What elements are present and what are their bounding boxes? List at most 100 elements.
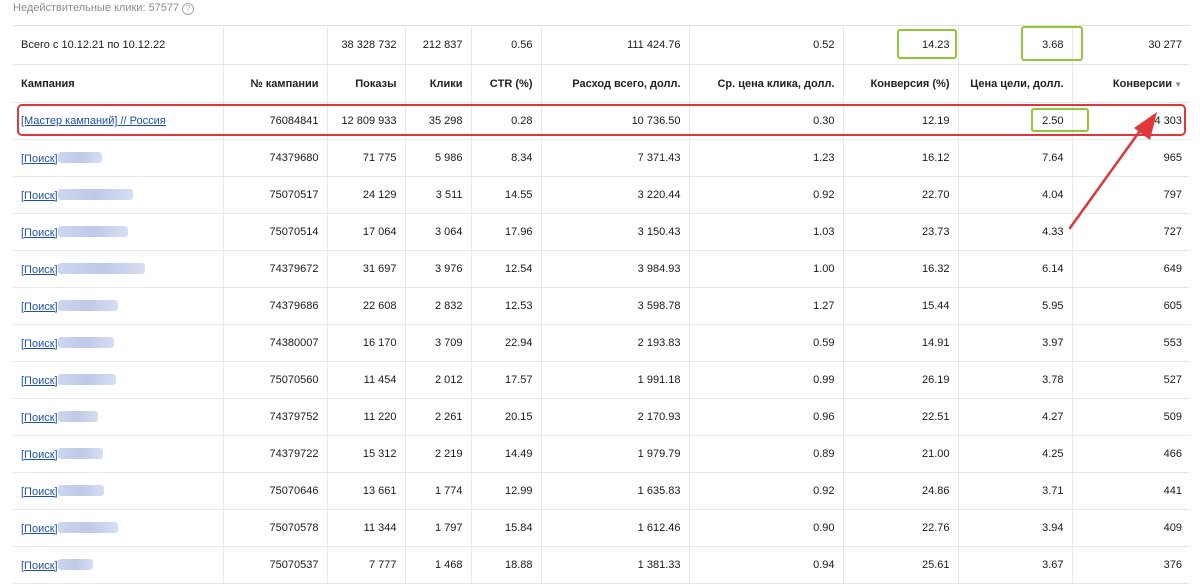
campaign-link[interactable]: [Поиск] bbox=[21, 338, 58, 350]
cell-avg-cpc: 1.03 bbox=[689, 213, 844, 251]
cell-cpa: 3.78 bbox=[958, 361, 1073, 399]
cell-ctr: 14.49 bbox=[471, 435, 542, 473]
campaign-link[interactable]: [Поиск] bbox=[21, 449, 58, 461]
campaign-link[interactable]: [Поиск] bbox=[21, 153, 58, 165]
cell-avg-cpc: 0.94 bbox=[689, 546, 844, 584]
campaign-link[interactable]: [Поиск] bbox=[21, 375, 58, 387]
campaign-link[interactable]: [Поиск] bbox=[21, 486, 58, 498]
campaign-link[interactable]: [Поиск] bbox=[21, 560, 58, 572]
cell-cpa: 5.95 bbox=[958, 287, 1073, 325]
campaign-link[interactable]: [Поиск] bbox=[21, 264, 58, 276]
col-header-ctr[interactable]: CTR (%) bbox=[471, 64, 542, 103]
campaign-link[interactable]: [Поиск] bbox=[21, 190, 58, 202]
col-header-avg-cpc[interactable]: Ср. цена клика, долл. bbox=[689, 64, 844, 103]
totals-id-cell bbox=[223, 25, 328, 65]
campaign-name-cell: [Поиск] bbox=[13, 176, 224, 214]
col-header-id[interactable]: № кампании bbox=[223, 64, 328, 103]
sort-desc-icon[interactable]: ▼ bbox=[1174, 80, 1182, 89]
redacted-campaign-name bbox=[57, 410, 98, 422]
cell-avg-cpc: 0.92 bbox=[689, 176, 844, 214]
campaign-link[interactable]: [Поиск] bbox=[21, 412, 58, 424]
redacted-campaign-name bbox=[57, 447, 103, 459]
cell-conversions: 376 bbox=[1072, 546, 1190, 584]
highlight-frame-master-campaign bbox=[17, 104, 1186, 136]
redacted-campaign-name bbox=[57, 299, 118, 311]
campaign-name-cell: [Поиск] bbox=[13, 287, 224, 325]
campaign-name-cell: [Поиск] bbox=[13, 213, 224, 251]
cell-clicks: 2 012 bbox=[405, 361, 472, 399]
cell-impressions: 15 312 bbox=[327, 435, 406, 473]
cell-ctr: 20.15 bbox=[471, 398, 542, 436]
redacted-campaign-name bbox=[57, 262, 145, 274]
cell-id: 75070514 bbox=[223, 213, 328, 251]
cell-cpa: 3.71 bbox=[958, 472, 1073, 510]
totals-avg-cpc: 0.52 bbox=[689, 25, 844, 65]
invalid-clicks-label: Недействительные клики: 57577 bbox=[13, 2, 180, 14]
cell-clicks: 2 261 bbox=[405, 398, 472, 436]
cell-cost: 1 635.83 bbox=[541, 472, 690, 510]
cell-avg-cpc: 0.59 bbox=[689, 324, 844, 362]
col-header-conversions-label: Конверсии bbox=[1112, 77, 1173, 90]
cell-impressions: 31 697 bbox=[327, 250, 406, 288]
cell-conv-rate: 21.00 bbox=[843, 435, 959, 473]
cell-conv-rate: 24.86 bbox=[843, 472, 959, 510]
col-header-campaign[interactable]: Кампания bbox=[13, 64, 224, 103]
campaign-name-cell: [Поиск] bbox=[13, 472, 224, 510]
highlight-box-cpa bbox=[1021, 26, 1083, 61]
table-row: [Поиск] 74379752 11 220 2 261 20.15 2 170.93 0… bbox=[13, 398, 1190, 436]
highlight-box-conv-rate bbox=[897, 29, 957, 59]
cell-impressions: 16 170 bbox=[327, 324, 406, 362]
totals-label: Всего с 10.12.21 по 10.12.22 bbox=[13, 25, 224, 65]
cell-id: 74379722 bbox=[223, 435, 328, 473]
table-row: [Поиск] 75070560 11 454 2 012 17.57 1 991.18 0… bbox=[13, 361, 1190, 399]
campaign-name-cell: [Поиск] bbox=[13, 509, 224, 547]
col-header-conv-rate[interactable]: Конверсия (%) bbox=[843, 64, 959, 103]
cell-conv-rate: 14.91 bbox=[843, 324, 959, 362]
col-header-cpa[interactable]: Цена цели, долл. bbox=[958, 64, 1073, 103]
cell-ctr: 14.55 bbox=[471, 176, 542, 214]
table-row: [Поиск] 75070537 7 777 1 468 18.88 1 381.33 0.… bbox=[13, 546, 1190, 584]
table-row: [Поиск] 74379686 22 608 2 832 12.53 3 598.78 1… bbox=[13, 287, 1190, 325]
col-header-cost[interactable]: Расход всего, долл. bbox=[541, 64, 690, 103]
cell-conversions: 605 bbox=[1072, 287, 1190, 325]
cell-conversions: 441 bbox=[1072, 472, 1190, 510]
cell-cost: 1 612.46 bbox=[541, 509, 690, 547]
campaign-link[interactable]: [Поиск] bbox=[21, 301, 58, 313]
table-row: [Поиск] 74379672 31 697 3 976 12.54 3 984.93 1… bbox=[13, 250, 1190, 288]
cell-cost: 1 991.18 bbox=[541, 361, 690, 399]
redacted-campaign-name bbox=[57, 521, 118, 533]
cell-cpa: 4.33 bbox=[958, 213, 1073, 251]
col-header-conversions[interactable]: Конверсии ▼ bbox=[1072, 64, 1190, 103]
cell-cpa: 3.94 bbox=[958, 509, 1073, 547]
redacted-campaign-name bbox=[57, 336, 114, 348]
cell-cost: 3 984.93 bbox=[541, 250, 690, 288]
cell-avg-cpc: 1.27 bbox=[689, 287, 844, 325]
cell-ctr: 17.96 bbox=[471, 213, 542, 251]
question-circle-icon[interactable]: ? bbox=[182, 3, 195, 15]
col-header-impressions[interactable]: Показы bbox=[327, 64, 406, 103]
cell-cost: 3 220.44 bbox=[541, 176, 690, 214]
cell-conversions: 553 bbox=[1072, 324, 1190, 362]
cell-impressions: 11 454 bbox=[327, 361, 406, 399]
cell-clicks: 1 774 bbox=[405, 472, 472, 510]
cell-avg-cpc: 0.89 bbox=[689, 435, 844, 473]
campaign-link[interactable]: [Поиск] bbox=[21, 227, 58, 239]
totals-conversions: 30 277 bbox=[1072, 25, 1190, 65]
cell-clicks: 3 976 bbox=[405, 250, 472, 288]
col-header-clicks[interactable]: Клики bbox=[405, 64, 472, 103]
cell-cpa: 3.67 bbox=[958, 546, 1073, 584]
cell-id: 75070578 bbox=[223, 509, 328, 547]
campaign-name-cell: [Поиск] bbox=[13, 139, 224, 177]
campaign-link[interactable]: [Поиск] bbox=[21, 523, 58, 535]
cell-conv-rate: 26.19 bbox=[843, 361, 959, 399]
cell-clicks: 3 709 bbox=[405, 324, 472, 362]
cell-conv-rate: 23.73 bbox=[843, 213, 959, 251]
cell-conv-rate: 22.70 bbox=[843, 176, 959, 214]
cell-conv-rate: 22.76 bbox=[843, 509, 959, 547]
totals-impressions: 38 328 732 bbox=[327, 25, 406, 65]
cell-id: 75070560 bbox=[223, 361, 328, 399]
table-row: [Поиск] 75070517 24 129 3 511 14.55 3 220.44 0… bbox=[13, 176, 1190, 214]
cell-ctr: 12.53 bbox=[471, 287, 542, 325]
cell-impressions: 17 064 bbox=[327, 213, 406, 251]
cell-cost: 3 150.43 bbox=[541, 213, 690, 251]
